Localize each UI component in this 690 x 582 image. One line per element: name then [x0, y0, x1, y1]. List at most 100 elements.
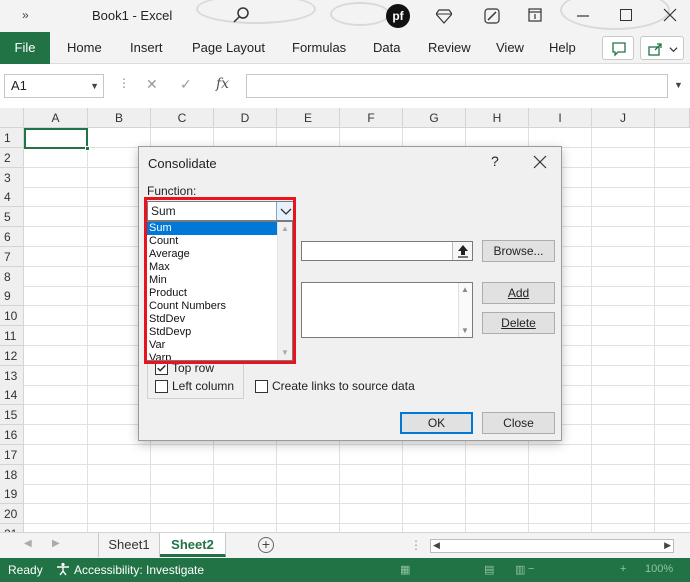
sheet-tab-sheet1[interactable]: Sheet1 — [98, 533, 160, 557]
row-header-19[interactable]: 19 — [0, 484, 24, 505]
minimize-icon[interactable] — [576, 8, 590, 24]
column-header-d[interactable]: D — [214, 108, 277, 128]
tab-insert[interactable]: Insert — [130, 32, 163, 64]
dialog-title: Consolidate — [148, 156, 217, 171]
horizontal-scrollbar[interactable]: ◀ ▶ — [430, 539, 674, 553]
chevron-down-icon[interactable]: ▼ — [90, 75, 99, 97]
sheet-tab-sheet2[interactable]: Sheet2 — [160, 533, 226, 557]
maximize-icon[interactable] — [620, 9, 632, 21]
cancel-icon[interactable]: ✕ — [146, 76, 158, 93]
row-header-3[interactable]: 3 — [0, 167, 24, 188]
help-icon[interactable]: ? — [491, 153, 499, 169]
name-box[interactable]: A1 ▼ — [4, 74, 104, 98]
excel-window: » Book1 - Excel pf File Home Insert Page… — [0, 0, 690, 582]
reference-input[interactable] — [301, 241, 473, 261]
left-column-checkbox[interactable] — [155, 380, 168, 393]
all-references-list[interactable]: ▲ ▼ — [301, 282, 473, 338]
row-header-1[interactable]: 1 — [0, 128, 24, 148]
select-all-corner[interactable] — [0, 108, 24, 128]
zoom-out-icon[interactable]: − — [528, 563, 534, 575]
row-header-10[interactable]: 10 — [0, 306, 24, 327]
column-header-i[interactable]: I — [529, 108, 592, 128]
share-button[interactable] — [640, 36, 684, 60]
normal-view-icon[interactable]: ▦ — [400, 563, 410, 576]
column-header-j[interactable]: J — [592, 108, 655, 128]
prev-sheet-icon[interactable]: ◀ — [24, 538, 32, 549]
share-icon — [648, 43, 662, 56]
tab-review[interactable]: Review — [428, 32, 471, 64]
diamond-icon[interactable] — [436, 8, 452, 24]
row-gridline — [24, 483, 690, 485]
page-layout-view-icon[interactable]: ▤ — [484, 563, 494, 576]
column-header-b[interactable]: B — [88, 108, 151, 128]
column-header-e[interactable]: E — [277, 108, 340, 128]
active-cell[interactable] — [24, 128, 88, 149]
create-links-checkbox[interactable] — [255, 380, 268, 393]
row-header-5[interactable]: 5 — [0, 207, 24, 228]
tab-formulas[interactable]: Formulas — [292, 32, 346, 64]
tab-page-layout[interactable]: Page Layout — [192, 32, 265, 64]
row-header-14[interactable]: 14 — [0, 385, 24, 406]
search-icon[interactable] — [232, 6, 250, 24]
add-button[interactable]: Add — [482, 282, 555, 304]
close-icon[interactable] — [662, 7, 678, 23]
scroll-left-icon[interactable]: ◀ — [433, 540, 440, 551]
collapse-dialog-button[interactable] — [452, 242, 472, 260]
page-break-view-icon[interactable]: ▥ — [515, 563, 525, 576]
ok-button[interactable]: OK — [400, 412, 473, 434]
check-icon[interactable]: ✓ — [180, 76, 192, 93]
expand-formula-bar-icon[interactable]: ▼ — [674, 80, 683, 90]
references-scrollbar[interactable]: ▲ ▼ — [458, 283, 472, 337]
next-sheet-icon[interactable]: ▶ — [52, 538, 60, 549]
column-header-f[interactable]: F — [340, 108, 403, 128]
splitter-icon[interactable]: ⋮ — [410, 538, 422, 552]
row-header-9[interactable]: 9 — [0, 286, 24, 307]
ribbon-display-options-icon[interactable] — [528, 8, 542, 22]
row-header-18[interactable]: 18 — [0, 464, 24, 485]
row-header-20[interactable]: 20 — [0, 504, 24, 525]
row-header-8[interactable]: 8 — [0, 266, 24, 287]
pen-icon[interactable] — [484, 8, 500, 24]
zoom-in-icon[interactable]: + — [620, 563, 626, 575]
row-gridline — [24, 503, 690, 505]
column-header-c[interactable]: C — [151, 108, 214, 128]
scroll-down-icon[interactable]: ▼ — [461, 326, 469, 335]
browse-button[interactable]: Browse... — [482, 240, 555, 262]
collapse-arrow-icon — [458, 245, 468, 258]
ribbon-tabs: File Home Insert Page Layout Formulas Da… — [0, 32, 690, 64]
tab-file[interactable]: File — [0, 32, 50, 64]
close-icon[interactable] — [533, 155, 547, 169]
row-header-13[interactable]: 13 — [0, 365, 24, 386]
tab-help[interactable]: Help — [549, 32, 576, 64]
row-header-21[interactable]: 21 — [0, 524, 24, 532]
close-button[interactable]: Close — [482, 412, 555, 434]
row-header-17[interactable]: 17 — [0, 444, 24, 465]
row-gridline — [24, 523, 690, 525]
row-header-6[interactable]: 6 — [0, 227, 24, 247]
formula-input[interactable] — [246, 74, 668, 98]
add-sheet-icon[interactable]: + — [258, 537, 274, 553]
tab-home[interactable]: Home — [67, 32, 102, 64]
column-header-a[interactable]: A — [24, 108, 88, 128]
zoom-level[interactable]: 100% — [645, 563, 673, 575]
row-header-16[interactable]: 16 — [0, 425, 24, 445]
row-header-7[interactable]: 7 — [0, 246, 24, 267]
comments-button[interactable] — [602, 36, 634, 60]
row-header-4[interactable]: 4 — [0, 187, 24, 208]
row-header-11[interactable]: 11 — [0, 326, 24, 346]
row-header-15[interactable]: 15 — [0, 405, 24, 426]
delete-button[interactable]: Delete — [482, 312, 555, 334]
fill-handle[interactable] — [85, 146, 90, 151]
column-header-h[interactable]: H — [466, 108, 529, 128]
scroll-right-icon[interactable]: ▶ — [664, 540, 671, 551]
accessibility-icon[interactable] — [56, 562, 70, 576]
insert-function-icon[interactable]: fx — [216, 76, 229, 92]
column-header-g[interactable]: G — [403, 108, 466, 128]
row-header-12[interactable]: 12 — [0, 345, 24, 366]
quick-access-overflow-icon[interactable]: » — [22, 8, 29, 22]
row-header-2[interactable]: 2 — [0, 147, 24, 168]
scroll-up-icon[interactable]: ▲ — [461, 285, 469, 294]
tab-data[interactable]: Data — [373, 32, 400, 64]
tab-view[interactable]: View — [496, 32, 524, 64]
accessibility-status[interactable]: Accessibility: Investigate — [74, 563, 204, 577]
